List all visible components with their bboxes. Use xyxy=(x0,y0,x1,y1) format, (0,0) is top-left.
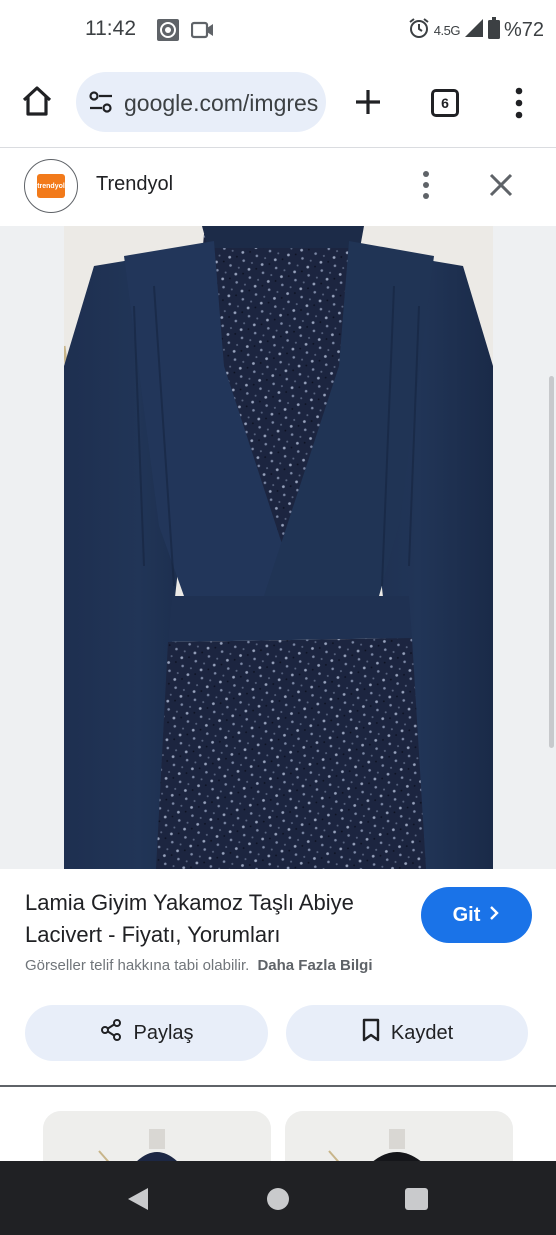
status-bar: 11:42 4.5G %72 xyxy=(0,0,556,62)
share-label: Paylaş xyxy=(133,1021,194,1044)
tab-switcher-icon[interactable]: 6 xyxy=(431,89,459,117)
product-title[interactable]: Lamia Giyim Yakamoz Taşlı Abiye Lacivert… xyxy=(25,887,405,951)
new-tab-icon[interactable] xyxy=(353,87,383,117)
copyright-notice: Görseller telif hakkına tabi olabilir. D… xyxy=(25,957,372,974)
alarm-icon xyxy=(408,17,430,44)
recents-icon[interactable] xyxy=(405,1188,428,1210)
status-time: 11:42 xyxy=(85,17,136,40)
signal-icon xyxy=(464,18,484,43)
browser-toolbar: google.com/imgres 6 xyxy=(0,62,556,148)
site-settings-icon[interactable] xyxy=(88,91,114,113)
image-preview-area xyxy=(0,226,556,869)
learn-more-link[interactable]: Daha Fazla Bilgi xyxy=(257,957,372,974)
screen-record-icon xyxy=(190,20,215,40)
product-info: Lamia Giyim Yakamoz Taşlı Abiye Lacivert… xyxy=(0,869,556,1084)
network-type: 4.5G xyxy=(433,23,461,38)
save-button[interactable]: Kaydet xyxy=(286,1005,528,1061)
chevron-right-icon xyxy=(488,904,500,927)
close-icon[interactable] xyxy=(487,171,515,199)
chrome-notification-icon xyxy=(156,18,180,42)
related-image-card[interactable] xyxy=(285,1111,513,1161)
battery-percent: %72 xyxy=(503,19,544,41)
bookmark-icon xyxy=(361,1018,381,1048)
related-image-card[interactable] xyxy=(43,1111,271,1161)
source-name[interactable]: Trendyol xyxy=(96,173,173,196)
source-logo: trendyol xyxy=(24,159,78,213)
home-icon[interactable] xyxy=(20,84,54,118)
url-text: google.com/imgres xyxy=(124,90,319,116)
save-label: Kaydet xyxy=(390,1021,454,1044)
more-options-icon[interactable] xyxy=(418,169,434,201)
share-icon xyxy=(99,1018,123,1048)
home-nav-icon[interactable] xyxy=(267,1188,289,1210)
menu-icon[interactable] xyxy=(509,86,529,120)
image-panel-header: trendyol Trendyol xyxy=(0,149,556,226)
system-navigation-bar xyxy=(0,1161,556,1235)
copyright-text: Görseller telif hakkına tabi olabilir. xyxy=(25,957,250,974)
share-button[interactable]: Paylaş xyxy=(25,1005,268,1061)
visit-button-label: Git xyxy=(452,903,481,926)
address-bar[interactable]: google.com/imgres xyxy=(76,72,326,132)
visit-button[interactable]: Git xyxy=(421,887,532,943)
status-right-group: 4.5G %72 xyxy=(408,17,544,44)
related-images xyxy=(0,1087,556,1161)
back-icon[interactable] xyxy=(126,1186,150,1212)
battery-icon xyxy=(487,17,500,44)
source-logo-mark: trendyol xyxy=(37,174,65,198)
product-image[interactable] xyxy=(64,226,493,869)
page-scrollbar[interactable] xyxy=(549,376,554,748)
